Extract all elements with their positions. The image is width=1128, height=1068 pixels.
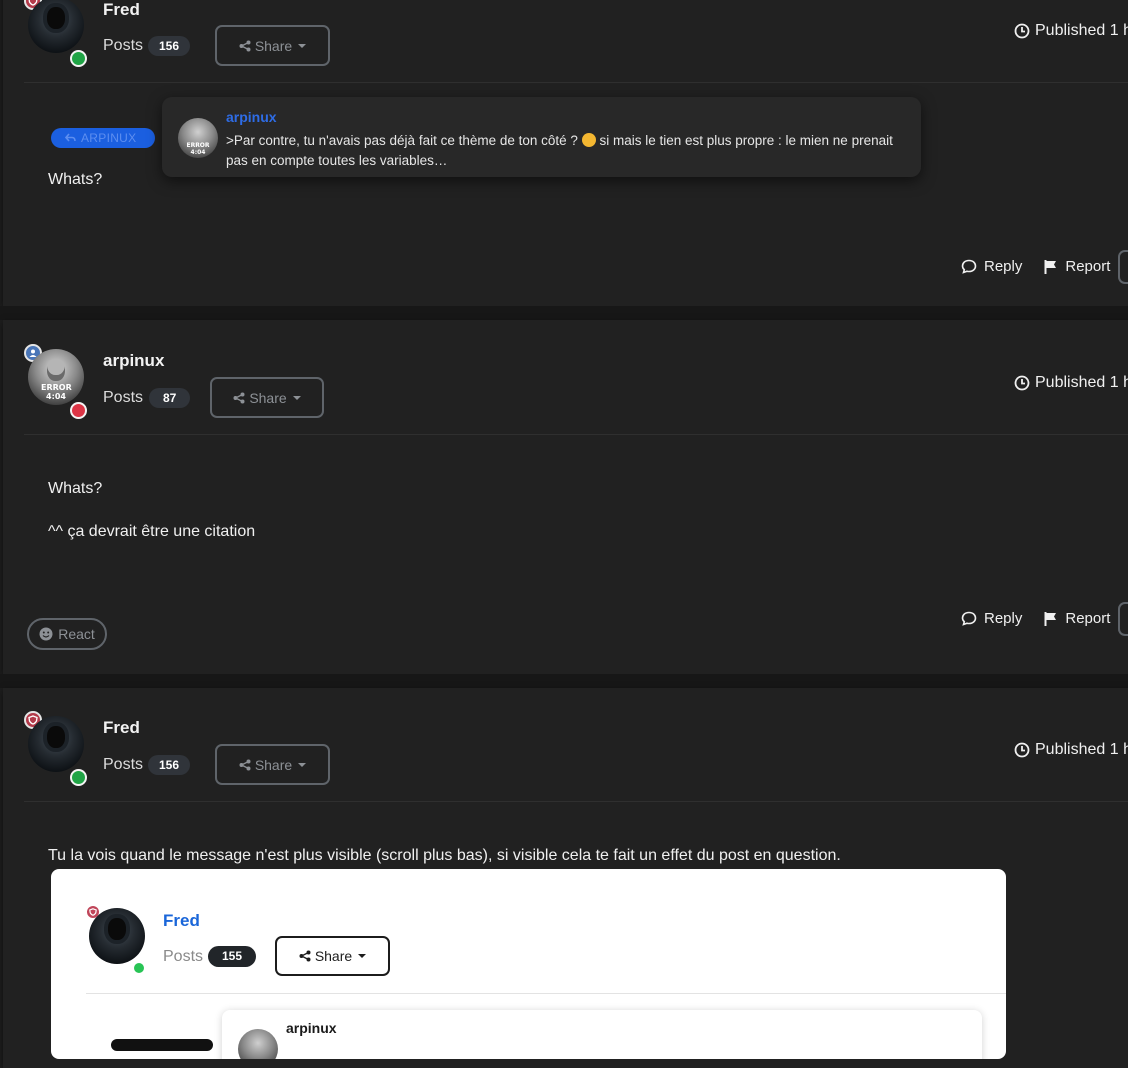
avatar-error-text: ERROR 4:04 <box>186 142 210 156</box>
post-header-divider <box>24 434 1128 435</box>
avatar[interactable] <box>28 716 84 772</box>
reply-label: Reply <box>984 258 1023 275</box>
post-body-text: Whats? <box>48 480 103 497</box>
avatar <box>89 908 145 964</box>
posts-label: Posts <box>103 389 144 406</box>
flag-icon <box>1044 259 1057 274</box>
post-actions: Reply Report <box>961 258 1110 275</box>
published-label: Published 1 h <box>1035 741 1128 758</box>
quote-author-label: ARPINUX <box>81 131 137 145</box>
reply-label: Reply <box>984 610 1023 627</box>
published-label: Published 1 h <box>1035 374 1128 391</box>
clock-icon <box>1014 742 1030 758</box>
thinking-emoji-icon <box>581 133 596 147</box>
post-card <box>3 320 1128 674</box>
quote-avatar: ERROR 4:04 <box>178 118 218 158</box>
clock-icon <box>1014 23 1030 39</box>
embedded-share-button: Share <box>275 936 390 976</box>
comment-icon <box>961 259 977 274</box>
embedded-quote-popup: arpinux <box>222 1010 982 1059</box>
post-actions: Reply Report <box>961 610 1110 627</box>
posts-label: Posts <box>103 756 144 773</box>
comment-icon <box>961 611 977 626</box>
embedded-author-name: Fred <box>163 911 200 930</box>
quote-author-name[interactable]: arpinux <box>226 109 277 125</box>
embedded-posts-label: Posts <box>163 948 204 965</box>
share-icon <box>299 950 311 962</box>
online-status-indicator <box>132 961 146 975</box>
published-time[interactable]: Published 1 h <box>1014 741 1128 759</box>
chevron-down-icon <box>298 43 307 48</box>
quote-author-tag[interactable]: ARPINUX <box>51 128 155 148</box>
post-author-name[interactable]: Fred <box>103 718 140 738</box>
post-count-badge: 87 <box>149 388 191 408</box>
post-separator <box>0 306 1128 320</box>
quote-text-part-1: >Par contre, tu n'avais pas déjà fait ce… <box>226 133 578 148</box>
published-label: Published 1 h <box>1035 22 1128 39</box>
post-author-name[interactable]: arpinux <box>103 351 164 371</box>
share-label: Share <box>254 37 293 54</box>
embedded-post-count: 155 <box>208 946 257 967</box>
share-label: Share <box>254 756 293 773</box>
reply-button[interactable]: Reply <box>961 610 1022 627</box>
clock-icon <box>1014 375 1030 391</box>
embedded-screenshot-image: Fred Posts 155 Share arpinux <box>51 869 1006 1059</box>
share-button[interactable]: Share <box>215 25 330 66</box>
posts-label: Posts <box>103 37 144 54</box>
avatar-error-text: ERROR 4:04 <box>41 383 72 401</box>
share-icon <box>239 40 251 51</box>
react-button[interactable]: React <box>27 618 107 650</box>
flag-icon <box>1044 611 1057 626</box>
react-label: React <box>58 626 95 642</box>
online-status-indicator <box>70 50 87 67</box>
embedded-quote-author: arpinux <box>286 1020 337 1036</box>
post-count-badge: 156 <box>148 755 191 775</box>
embedded-quote-avatar <box>238 1029 278 1059</box>
report-label: Report <box>1065 258 1111 275</box>
post-body-text: Whats? <box>48 171 103 188</box>
report-button[interactable]: Report <box>1044 610 1110 627</box>
online-status-indicator <box>70 769 87 786</box>
embedded-share-label: Share <box>314 948 353 964</box>
share-label: Share <box>249 389 287 406</box>
share-icon <box>239 759 251 770</box>
report-button[interactable]: Report <box>1044 258 1110 275</box>
post-separator <box>0 674 1128 688</box>
reply-button[interactable]: Reply <box>961 258 1022 275</box>
more-options-button[interactable] <box>1118 250 1128 284</box>
embedded-quote-tag <box>111 1039 213 1051</box>
post-author-name[interactable]: Fred <box>103 0 140 20</box>
report-label: Report <box>1065 610 1111 627</box>
more-options-button[interactable] <box>1118 602 1128 636</box>
share-button[interactable]: Share <box>215 744 330 785</box>
post-body-text: Tu la vois quand le message n'est plus v… <box>48 847 841 864</box>
chevron-down-icon <box>292 395 301 400</box>
quote-text: >Par contre, tu n'avais pas déjà fait ce… <box>226 131 906 171</box>
embedded-divider <box>86 993 1006 994</box>
smiley-icon <box>39 627 53 641</box>
chevron-down-icon <box>358 954 367 958</box>
offline-status-indicator <box>70 402 87 419</box>
share-button[interactable]: Share <box>210 377 324 418</box>
avatar[interactable]: ERROR 4:04 <box>28 349 84 405</box>
published-time[interactable]: Published 1 h <box>1014 374 1128 392</box>
chevron-down-icon <box>298 762 307 767</box>
share-icon <box>233 392 245 403</box>
post-header-divider <box>24 82 1128 83</box>
post-count-badge: 156 <box>148 36 191 56</box>
reply-arrow-icon <box>65 133 76 142</box>
quote-preview-popup[interactable]: ERROR 4:04 arpinux >Par contre, tu n'ava… <box>162 97 921 177</box>
post-header-divider <box>24 801 1128 802</box>
post-body-text: ^^ ça devrait être une citation <box>48 523 256 540</box>
published-time[interactable]: Published 1 h <box>1014 22 1128 40</box>
